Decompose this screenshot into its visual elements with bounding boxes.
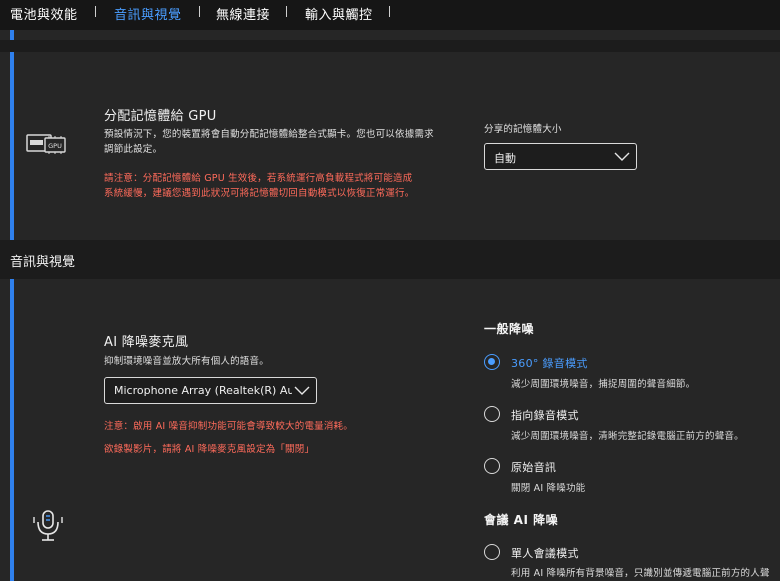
chevron-down-icon xyxy=(614,152,630,165)
microphone-select[interactable]: Microphone Array (Realtek(R) Audio) xyxy=(104,377,317,404)
option-label-directional[interactable]: 指向錄音模式 xyxy=(511,407,579,423)
option-label-raw[interactable]: 原始音訊 xyxy=(511,459,556,475)
gpu-memory-description: 預設情況下，您的裝置將會自動分配記憶體給整合式顯卡。您也可以依據需求 調節此設定… xyxy=(104,127,464,157)
chevron-down-icon xyxy=(292,386,310,399)
microphone-select-value: Microphone Array (Realtek(R) Audio) xyxy=(114,384,292,397)
gpu-icon-label: GPU xyxy=(48,142,62,150)
card-accent xyxy=(10,52,14,240)
radio-directional-mode[interactable] xyxy=(484,406,500,422)
section-title-audio-visual: 音訊與視覺 xyxy=(10,255,76,270)
ai-mic-title: AI 降噪麥克風 xyxy=(104,335,189,350)
nav-divider xyxy=(286,6,287,17)
radio-raw-audio[interactable] xyxy=(484,458,500,474)
top-navigation: 電池與效能 音訊與視覺 無線連接 輸入與觸控 xyxy=(0,0,780,30)
card-accent xyxy=(10,279,14,581)
ai-mic-warning-2: 欲錄製影片，請將 AI 降噪麥克風設定為「關閉」 xyxy=(104,444,315,455)
option-desc-raw: 關閉 AI 降噪功能 xyxy=(511,483,586,494)
option-label-360[interactable]: 360° 錄音模式 xyxy=(511,355,588,371)
microphone-ai-icon xyxy=(32,509,64,543)
tab-input-touch[interactable]: 輸入與觸控 xyxy=(305,4,373,23)
tab-audio-visual[interactable]: 音訊與視覺 xyxy=(114,4,182,23)
nav-divider xyxy=(199,6,200,17)
option-desc-360: 減少周圍環境噪音，捕捉周圍的聲音細節。 xyxy=(511,379,696,390)
ai-mic-warning-1: 注意：啟用 AI 噪音抑制功能可能會導致較大的電量消耗。 xyxy=(104,421,353,432)
description-line: 預設情況下，您的裝置將會自動分配記憶體給整合式顯卡。您也可以依據需求 xyxy=(104,129,434,140)
shared-memory-value: 自動 xyxy=(494,152,516,165)
radio-360-mode[interactable] xyxy=(484,354,500,370)
nav-divider xyxy=(95,6,96,17)
gpu-memory-warning: 請注意：分配記憶體給 GPU 生效後，若系統運行高負載程式將可能造成 系統緩慢，… xyxy=(104,171,464,201)
option-desc-single-meeting: 利用 AI 降噪所有背景噪音，只識別並傳遞電腦正前方的人聲 xyxy=(511,568,770,579)
ai-mic-description: 抑制環境噪音並放大所有個人的語音。 xyxy=(104,356,269,367)
tab-battery-performance[interactable]: 電池與效能 xyxy=(10,4,78,23)
general-noise-title: 一般降噪 xyxy=(484,322,535,336)
gpu-memory-card: GPU 分配記憶體給 GPU 預設情況下，您的裝置將會自動分配記憶體給整合式顯卡… xyxy=(0,52,780,240)
gpu-memory-title: 分配記憶體給 GPU xyxy=(104,109,217,124)
gpu-chip-icon: GPU xyxy=(25,132,69,158)
nav-divider xyxy=(389,6,390,17)
card-accent xyxy=(10,30,14,40)
warning-line: 請注意：分配記憶體給 GPU 生效後，若系統運行高負載程式將可能造成 xyxy=(104,173,413,184)
shared-memory-select[interactable]: 自動 xyxy=(484,143,637,170)
shared-memory-label: 分享的記憶體大小 xyxy=(484,124,562,135)
description-line: 調節此設定。 xyxy=(104,144,163,155)
previous-card xyxy=(0,30,780,40)
radio-single-meeting[interactable] xyxy=(484,544,500,560)
warning-line: 系統緩慢，建議您遇到此狀況可將記憶體切回自動模式以恢復正常運行。 xyxy=(104,188,415,199)
meeting-noise-title: 會議 AI 降噪 xyxy=(484,513,559,527)
option-label-single-meeting[interactable]: 單人會議模式 xyxy=(511,545,579,561)
option-desc-directional: 減少周圍環境噪音，清晰完整記錄電腦正前方的聲音。 xyxy=(511,431,744,442)
ai-mic-card: AI 降噪麥克風 抑制環境噪音並放大所有個人的語音。 Microphone Ar… xyxy=(0,279,780,581)
tab-wireless[interactable]: 無線連接 xyxy=(216,4,270,23)
